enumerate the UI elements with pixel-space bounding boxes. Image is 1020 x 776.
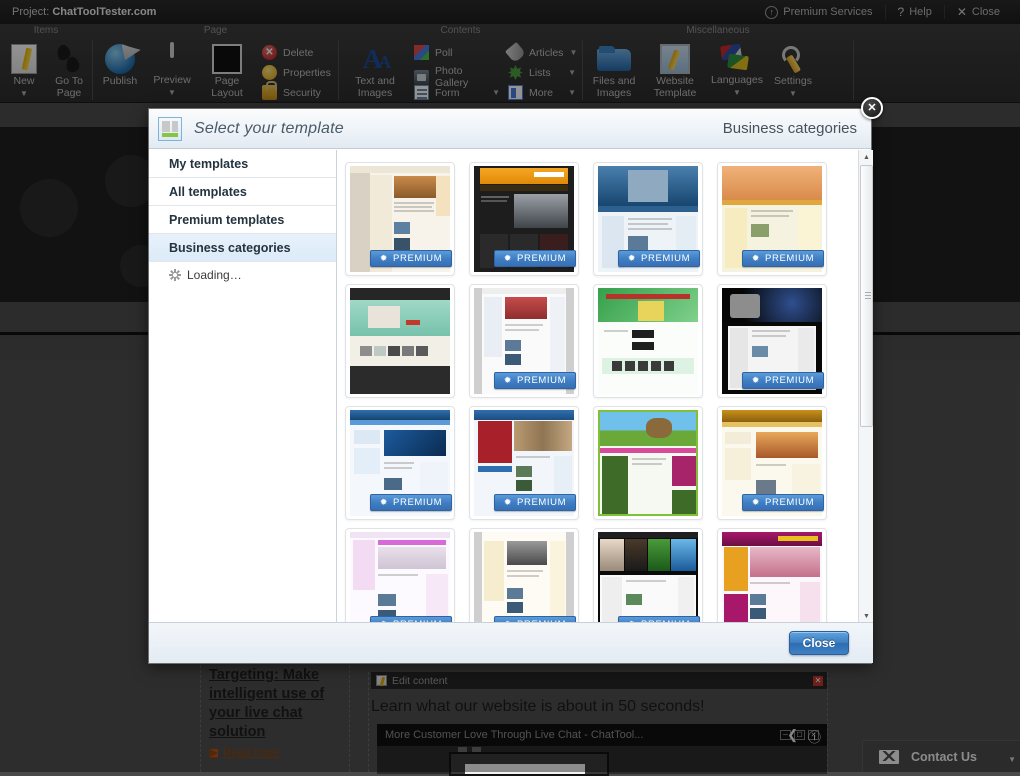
template-thumbnail xyxy=(722,532,822,624)
premium-badge: ✹ PREMIUM xyxy=(494,494,576,511)
scroll-up-arrow-icon[interactable]: ▲ xyxy=(859,150,873,165)
template-row: ✹ PREMIUM xyxy=(337,524,845,624)
template-card[interactable]: ✹ PREMIUM xyxy=(345,528,455,624)
template-card[interactable] xyxy=(345,284,455,398)
premium-badge: ✹ PREMIUM xyxy=(742,494,824,511)
template-cell: ✹ PREMIUM xyxy=(463,280,585,402)
template-row: ✹ PREMIUM xyxy=(337,158,845,280)
template-card[interactable] xyxy=(593,406,703,520)
template-thumbnail xyxy=(598,288,698,394)
template-thumbnail xyxy=(598,410,698,516)
template-cell: ✹ PREMIUM xyxy=(587,158,709,280)
premium-label: PREMIUM xyxy=(517,253,567,264)
star-icon: ✹ xyxy=(503,253,513,263)
premium-badge: ✹ PREMIUM xyxy=(494,250,576,267)
scrollbar-track[interactable] xyxy=(859,165,873,609)
star-icon: ✹ xyxy=(627,253,637,263)
spinner-icon xyxy=(169,269,181,281)
template-cell xyxy=(587,280,709,402)
template-cell xyxy=(711,524,833,624)
premium-badge: ✹ PREMIUM xyxy=(618,250,700,267)
star-icon: ✹ xyxy=(379,253,389,263)
sidebar-label: Business categories xyxy=(169,240,291,255)
sidebar-label: Premium templates xyxy=(169,212,285,227)
sidebar-label: All templates xyxy=(169,184,247,199)
premium-badge: ✹ PREMIUM xyxy=(494,372,576,389)
premium-label: PREMIUM xyxy=(641,253,691,264)
dialog-title: Select your template xyxy=(194,119,344,137)
premium-label: PREMIUM xyxy=(765,375,815,386)
template-cell: ✹ PREMIUM xyxy=(463,402,585,524)
template-card[interactable]: ✹ PREMIUM xyxy=(469,284,579,398)
template-card[interactable]: ✹ PREMIUM xyxy=(469,528,579,624)
sidebar-item-my-templates[interactable]: My templates xyxy=(149,150,336,178)
star-icon: ✹ xyxy=(379,497,389,507)
dialog-close-icon[interactable]: ✕ xyxy=(861,97,883,119)
star-icon: ✹ xyxy=(751,497,761,507)
template-grid-container: ✹ PREMIUM ✹ PREMIUM ✹ PREMIUM ✹ PREMIUM … xyxy=(337,150,873,624)
premium-badge: ✹ PREMIUM xyxy=(742,250,824,267)
template-thumbnail xyxy=(474,532,574,624)
premium-label: PREMIUM xyxy=(393,253,443,264)
template-thumbnail xyxy=(350,288,450,394)
template-cell xyxy=(587,402,709,524)
loading-label: Loading… xyxy=(187,268,242,282)
premium-badge: ✹ PREMIUM xyxy=(370,494,452,511)
template-cell: ✹ PREMIUM xyxy=(587,524,709,624)
template-row: ✹ PREMIUM xyxy=(337,402,845,524)
template-cell: ✹ PREMIUM xyxy=(339,524,461,624)
star-icon: ✹ xyxy=(751,375,761,385)
premium-label: PREMIUM xyxy=(393,497,443,508)
template-grid: ✹ PREMIUM ✹ PREMIUM ✹ PREMIUM ✹ PREMIUM … xyxy=(337,150,845,624)
template-card[interactable]: ✹ PREMIUM xyxy=(593,528,703,624)
sidebar-label: My templates xyxy=(169,156,249,171)
template-cell: ✹ PREMIUM xyxy=(711,158,833,280)
star-icon: ✹ xyxy=(751,253,761,263)
scrollbar-thumb[interactable] xyxy=(860,165,873,427)
template-cell: ✹ PREMIUM xyxy=(463,524,585,624)
template-icon xyxy=(158,116,182,141)
template-cell: ✹ PREMIUM xyxy=(463,158,585,280)
dialog-sidebar: My templates All templates Premium templ… xyxy=(149,150,337,624)
premium-badge: ✹ PREMIUM xyxy=(742,372,824,389)
star-icon: ✹ xyxy=(503,375,513,385)
star-icon: ✹ xyxy=(503,497,513,507)
template-thumbnail xyxy=(598,532,698,624)
premium-label: PREMIUM xyxy=(765,253,815,264)
template-row: ✹ PREMIUM xyxy=(337,280,845,402)
premium-badge: ✹ PREMIUM xyxy=(370,250,452,267)
template-card[interactable] xyxy=(593,284,703,398)
template-card[interactable]: ✹ PREMIUM xyxy=(717,406,827,520)
template-card[interactable]: ✹ PREMIUM xyxy=(345,406,455,520)
premium-label: PREMIUM xyxy=(517,497,567,508)
template-card[interactable]: ✹ PREMIUM xyxy=(717,162,827,276)
dialog-footer: Close xyxy=(149,622,873,663)
template-card[interactable] xyxy=(717,528,827,624)
template-thumbnail xyxy=(350,532,450,624)
template-cell: ✹ PREMIUM xyxy=(339,402,461,524)
dialog-title-bar: Select your template Business categories xyxy=(149,109,871,149)
sidebar-item-premium-templates[interactable]: Premium templates xyxy=(149,206,336,234)
template-grid-scrollbar[interactable]: ▲ ▼ xyxy=(858,150,873,624)
select-template-dialog: ✕ Select your template Business categori… xyxy=(148,97,883,664)
template-cell: ✹ PREMIUM xyxy=(711,280,833,402)
sidebar-item-business-categories[interactable]: Business categories xyxy=(149,234,336,262)
template-card[interactable]: ✹ PREMIUM xyxy=(593,162,703,276)
premium-label: PREMIUM xyxy=(517,375,567,386)
template-cell: ✹ PREMIUM xyxy=(711,402,833,524)
premium-label: PREMIUM xyxy=(765,497,815,508)
template-card[interactable]: ✹ PREMIUM xyxy=(469,406,579,520)
dialog-body: My templates All templates Premium templ… xyxy=(149,150,873,624)
template-cell: ✹ PREMIUM xyxy=(339,158,461,280)
sidebar-item-all-templates[interactable]: All templates xyxy=(149,178,336,206)
loading-indicator: Loading… xyxy=(149,262,336,288)
close-dialog-button[interactable]: Close xyxy=(789,631,849,655)
template-cell xyxy=(339,280,461,402)
template-card[interactable]: ✹ PREMIUM xyxy=(717,284,827,398)
template-card[interactable]: ✹ PREMIUM xyxy=(469,162,579,276)
template-card[interactable]: ✹ PREMIUM xyxy=(345,162,455,276)
dialog-category-title: Business categories xyxy=(722,120,857,137)
